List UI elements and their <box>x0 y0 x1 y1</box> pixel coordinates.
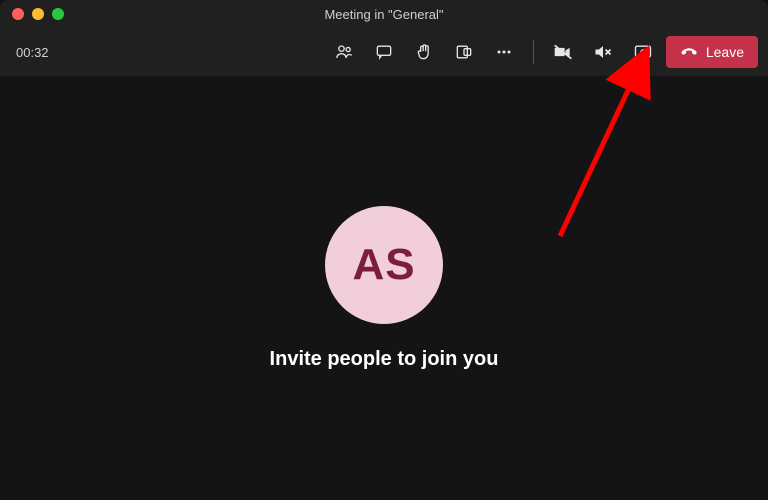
rooms-button[interactable] <box>447 35 481 69</box>
meeting-toolbar: 00:32 <box>0 28 768 76</box>
maximize-window-button[interactable] <box>52 8 64 20</box>
speaker-muted-icon <box>593 42 613 62</box>
chat-icon <box>374 42 394 62</box>
avatar-initials: AS <box>352 240 415 290</box>
close-window-button[interactable] <box>12 8 24 20</box>
raise-hand-button[interactable] <box>407 35 441 69</box>
hand-icon <box>414 42 434 62</box>
leave-button-label: Leave <box>706 44 744 60</box>
invite-prompt: Invite people to join you <box>270 348 499 371</box>
camera-off-icon <box>553 42 573 62</box>
window-title: Meeting in "General" <box>0 7 768 22</box>
chat-button[interactable] <box>367 35 401 69</box>
share-screen-icon <box>633 42 653 62</box>
window-titlebar: Meeting in "General" <box>0 0 768 28</box>
participants-button[interactable] <box>327 35 361 69</box>
minimize-window-button[interactable] <box>32 8 44 20</box>
more-actions-button[interactable] <box>487 35 521 69</box>
toolbar-divider <box>533 40 534 64</box>
audio-toggle-button[interactable] <box>586 35 620 69</box>
meeting-stage: AS Invite people to join you <box>0 76 768 500</box>
call-timer: 00:32 <box>16 45 49 60</box>
rooms-icon <box>454 42 474 62</box>
camera-toggle-button[interactable] <box>546 35 580 69</box>
people-icon <box>334 42 354 62</box>
leave-button[interactable]: Leave <box>666 36 758 68</box>
share-screen-button[interactable] <box>626 35 660 69</box>
window-controls <box>0 8 64 20</box>
ellipsis-icon <box>494 42 514 62</box>
participant-avatar: AS <box>325 206 443 324</box>
hangup-icon <box>680 43 698 61</box>
